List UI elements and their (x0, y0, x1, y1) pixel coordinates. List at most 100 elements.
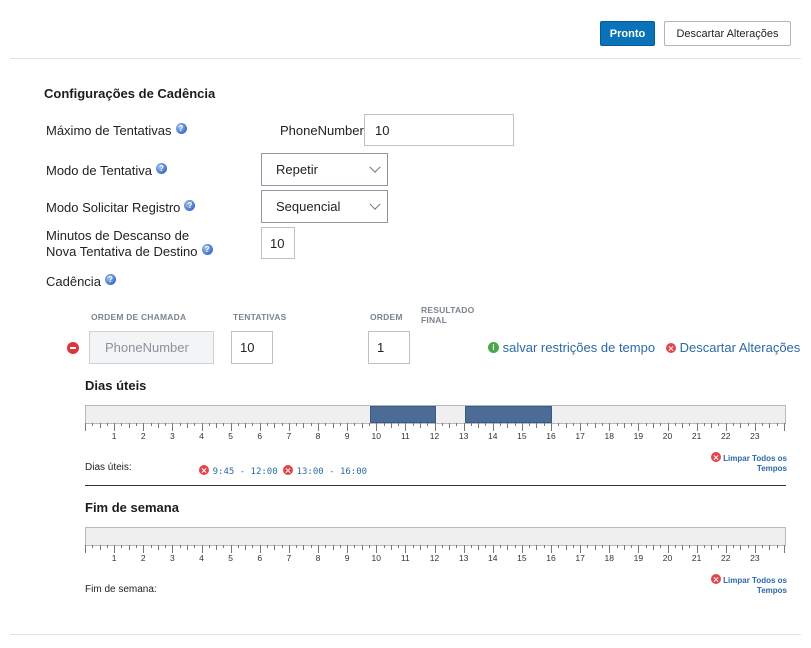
hour-label: 16 (546, 431, 556, 441)
help-icon[interactable] (175, 123, 187, 134)
tick-mark (296, 545, 298, 548)
tick-mark (390, 545, 392, 550)
weekdays-time-range-block[interactable] (464, 406, 552, 423)
tick-mark (572, 545, 574, 548)
weekdays-time-range-block[interactable] (369, 406, 436, 423)
tick-mark (449, 423, 451, 428)
weekend-timeline[interactable] (85, 527, 786, 546)
tick-mark (201, 423, 203, 431)
tick-mark (521, 545, 523, 553)
hour-label: 2 (140, 553, 146, 563)
attempt-mode-select[interactable]: Repetir (261, 153, 388, 186)
tick-mark (339, 545, 341, 548)
tick-mark (500, 423, 502, 426)
tick-mark (99, 545, 101, 550)
tick-mark (361, 423, 363, 428)
weekdays-range-2-text: 13:00 - 16:00 (296, 467, 368, 477)
done-button[interactable]: Pronto (600, 21, 655, 46)
tick-mark (601, 545, 603, 548)
tick-mark (237, 423, 239, 426)
help-icon[interactable] (201, 244, 213, 255)
weekend-clear-all-link[interactable]: Limpar Todos os Tempos (690, 574, 787, 596)
remove-range-icon[interactable] (199, 465, 209, 475)
remove-row-icon[interactable] (67, 342, 79, 354)
tick-mark (85, 545, 86, 553)
tick-mark (92, 545, 94, 548)
tick-mark (529, 423, 531, 426)
hour-label: 19 (633, 431, 644, 441)
tick-mark (179, 545, 181, 548)
weekdays-ticks (85, 423, 786, 431)
weekdays-range-2[interactable]: 13:00 - 16:00 (283, 462, 367, 477)
tick-mark (485, 545, 487, 548)
tick-mark (252, 423, 254, 426)
hour-label: 18 (604, 553, 614, 563)
help-icon[interactable] (184, 200, 196, 211)
rest-minutes-input[interactable]: 10 (261, 227, 295, 259)
tick-mark (478, 545, 480, 550)
col-final-result: RESULTADO FINAL (421, 305, 474, 325)
col-call-order: ORDEM DE CHAMADA (91, 312, 187, 322)
tick-mark (601, 423, 603, 426)
weekdays-timeline[interactable] (85, 405, 786, 424)
hour-label: 12 (429, 431, 440, 441)
tick-mark (718, 423, 720, 426)
tick-mark (267, 423, 269, 426)
tick-mark (383, 423, 385, 426)
tick-mark (216, 423, 218, 428)
tick-mark (419, 545, 421, 550)
tick-mark (718, 545, 720, 548)
tick-mark (536, 423, 538, 428)
tick-mark (339, 423, 341, 426)
tick-mark (711, 423, 713, 428)
cadence-label: Cadência (46, 274, 116, 290)
tick-mark (368, 545, 370, 548)
tick-mark (776, 545, 778, 548)
discard-changes-button[interactable]: Descartar Alterações (664, 21, 791, 46)
hour-label: 1 (111, 431, 117, 441)
tick-mark (754, 423, 756, 431)
save-time-restrictions-link[interactable]: salvar restrições de tempo (488, 340, 655, 355)
tick-mark (318, 545, 319, 553)
tick-mark (347, 545, 349, 553)
weekdays-range-1[interactable]: 9:45 - 12:00 (199, 462, 278, 477)
tick-mark (441, 423, 443, 426)
order-input[interactable]: 1 (368, 331, 410, 364)
tick-mark (594, 423, 596, 428)
tick-mark (696, 423, 698, 431)
hour-label: 2 (140, 431, 146, 441)
weekdays-clear-all-link[interactable]: Limpar Todos os Tempos (690, 452, 787, 474)
hour-label: 9 (344, 431, 350, 441)
tick-mark (216, 545, 218, 550)
tick-mark (776, 423, 778, 426)
help-icon[interactable] (156, 163, 167, 174)
tick-mark (157, 423, 159, 428)
tick-mark (740, 545, 742, 550)
phone-number-attempts-input[interactable]: 10 (364, 114, 514, 146)
tick-mark (325, 423, 327, 426)
header-divider (10, 58, 801, 59)
discard-changes-link[interactable]: Descartar Alterações (666, 340, 800, 355)
attempts-input[interactable]: 10 (231, 331, 273, 364)
tick-mark (645, 545, 647, 548)
tick-mark (733, 423, 735, 426)
discard-changes-text: Descartar Alterações (679, 340, 801, 355)
tick-mark (186, 423, 188, 428)
save-time-restrictions-text: salvar restrições de tempo (502, 340, 656, 355)
tick-mark (237, 545, 239, 548)
help-icon[interactable] (104, 274, 116, 285)
tick-mark (128, 545, 130, 550)
tick-mark (652, 423, 654, 428)
remove-range-icon[interactable] (283, 465, 293, 475)
tick-mark (128, 423, 130, 428)
weekdays-hour-labels: 1 2 3 4 5 6 7 8 9 10 11 12 13 14 15 16 17 18 19 20 21 22 23 (85, 431, 786, 443)
request-record-mode-select[interactable]: Sequencial (261, 190, 388, 223)
tick-mark (121, 545, 123, 548)
tick-mark (492, 423, 494, 431)
tick-mark (274, 545, 276, 550)
request-record-mode-value: Sequencial (276, 199, 341, 214)
hour-label: 14 (488, 431, 498, 441)
tick-mark (398, 545, 400, 548)
tick-mark (165, 423, 167, 426)
tick-mark (645, 423, 647, 426)
